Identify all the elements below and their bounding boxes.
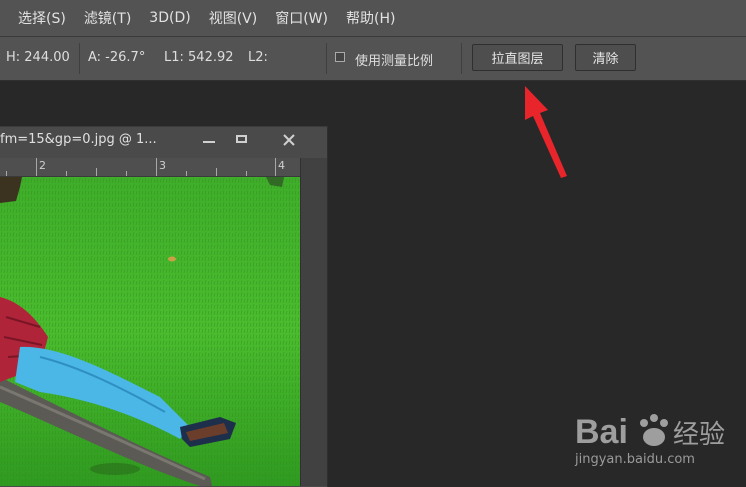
menu-filter[interactable]: 滤镜(T) [84, 8, 131, 28]
minimize-icon[interactable] [196, 130, 222, 152]
watermark-brand-prefix: Bai [575, 413, 628, 451]
ruler-options-bar: H: 244.00 A: -26.7° L1: 542.92 L2: 使用测量比… [0, 37, 746, 81]
clear-button[interactable]: 清除 [575, 44, 636, 71]
ruler-label: 3 [159, 159, 166, 172]
close-icon[interactable] [277, 130, 303, 152]
ruler-label: 4 [278, 159, 285, 172]
length1-readout: L1: 542.92 [164, 50, 234, 65]
ruler-label: 2 [39, 159, 46, 172]
vertical-scrollbar[interactable] [300, 158, 327, 486]
height-readout: H: 244.00 [6, 50, 70, 65]
menu-help[interactable]: 帮助(H) [346, 8, 395, 28]
watermark-site: jingyan.baidu.com [575, 452, 695, 467]
divider [79, 43, 80, 74]
divider [326, 43, 327, 74]
length2-readout: L2: [248, 50, 268, 65]
image-canvas[interactable] [0, 177, 300, 486]
menu-view[interactable]: 视图(V) [209, 8, 258, 28]
use-measure-scale-label: 使用测量比例 [355, 54, 434, 69]
angle-readout: A: -26.7° [88, 50, 146, 65]
menu-select[interactable]: 选择(S) [18, 8, 66, 28]
watermark-brand-suffix: 经验 [673, 420, 725, 450]
restore-icon[interactable] [229, 130, 255, 152]
red-pointer-arrow [525, 86, 567, 178]
menu-window[interactable]: 窗口(W) [275, 8, 328, 28]
use-measure-scale-checkbox[interactable] [335, 52, 345, 62]
horizontal-ruler: 2 3 4 [0, 158, 301, 177]
menu-3d[interactable]: 3D(D) [149, 10, 190, 26]
document-tab-title[interactable]: fm=15&gp=0.jpg @ 1... [0, 132, 157, 147]
divider [461, 43, 462, 74]
grass-photo [0, 177, 300, 486]
baidu-paw-icon [640, 414, 668, 446]
straighten-layer-button[interactable]: 拉直图层 [472, 44, 563, 71]
menu-bar: 选择(S) 滤镜(T) 3D(D) 视图(V) 窗口(W) 帮助(H) [0, 0, 746, 37]
